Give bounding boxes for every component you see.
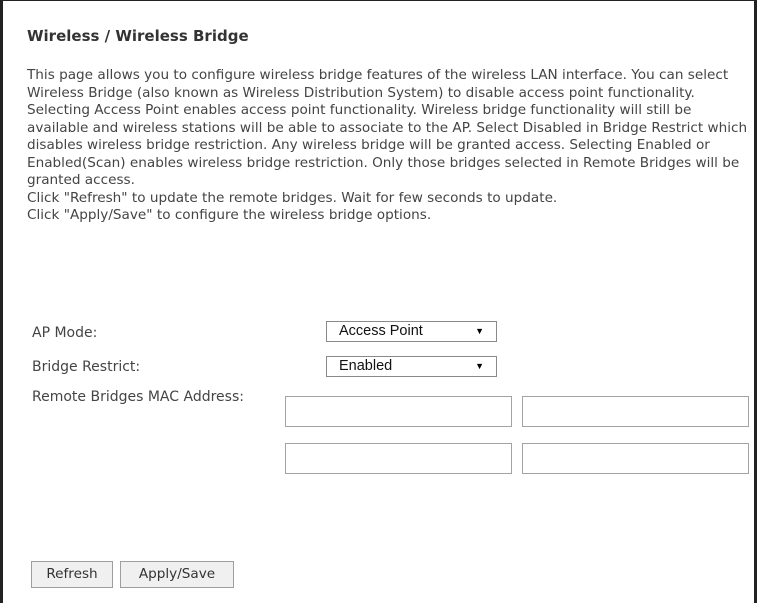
frame-top-border [0,0,757,1]
remote-bridge-mac-input-1[interactable] [285,396,512,427]
description-paragraph: This page allows you to configure wirele… [27,67,748,188]
page-title: Wireless / Wireless Bridge [27,27,249,45]
refresh-button[interactable]: Refresh [31,561,113,588]
chevron-down-icon: ▼ [475,361,484,371]
bridge-restrict-label: Bridge Restrict: [32,359,141,375]
ap-mode-selected-value: Access Point [339,323,423,339]
apply-save-button[interactable]: Apply/Save [120,561,234,588]
page-description: This page allows you to configure wirele… [27,67,749,225]
description-apply-hint: Click "Apply/Save" to configure the wire… [27,207,432,223]
remote-bridge-mac-input-4[interactable] [522,443,749,474]
remote-bridges-mac-label: Remote Bridges MAC Address: [32,389,244,405]
bridge-restrict-select[interactable]: Enabled ▼ [326,356,497,377]
chevron-down-icon: ▼ [475,326,484,336]
bridge-restrict-selected-value: Enabled [339,358,393,374]
ap-mode-label: AP Mode: [32,325,98,341]
frame-left-border [0,0,3,603]
ap-mode-select[interactable]: Access Point ▼ [326,321,497,342]
remote-bridge-mac-input-3[interactable] [285,443,512,474]
remote-bridge-mac-input-2[interactable] [522,396,749,427]
description-refresh-hint: Click "Refresh" to update the remote bri… [27,189,558,206]
